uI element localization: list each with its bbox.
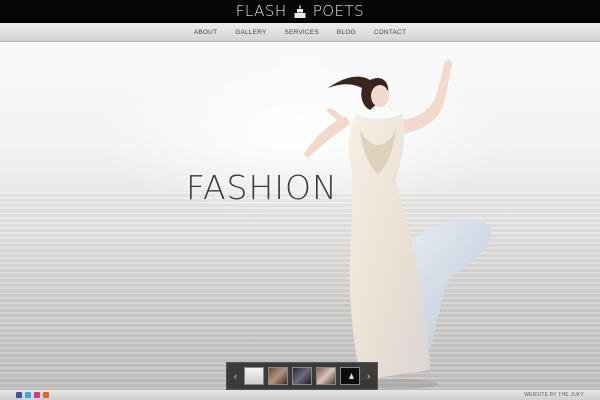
- footer-credit[interactable]: WEBSITE BY THE JUKY: [524, 392, 584, 398]
- thumbnail[interactable]: [340, 367, 360, 385]
- flickr-icon[interactable]: [34, 392, 40, 398]
- twitter-icon[interactable]: [25, 392, 31, 398]
- nav-about[interactable]: About: [185, 23, 226, 42]
- rss-icon[interactable]: [43, 392, 49, 398]
- thumbnail[interactable]: [292, 367, 312, 385]
- chevron-left-icon[interactable]: ‹: [231, 366, 240, 386]
- site-logo[interactable]: FLASH POETS: [236, 0, 364, 23]
- thumbnail[interactable]: [316, 367, 336, 385]
- logo-word-flash: FLASH: [235, 2, 287, 20]
- cake-icon: [294, 5, 306, 18]
- nav-blog[interactable]: Blog: [328, 23, 365, 42]
- footer: WEBSITE BY THE JUKY: [0, 390, 600, 400]
- thumbnail-strip: ‹ ›: [226, 362, 378, 390]
- thumbnail[interactable]: [244, 367, 264, 385]
- chevron-right-icon[interactable]: ›: [364, 366, 373, 386]
- hero-slide: FASHION ‹ ›: [0, 42, 600, 390]
- social-links: [16, 392, 49, 398]
- logo-word-poets: POETS: [312, 2, 365, 20]
- nav-contact[interactable]: Contact: [365, 23, 415, 42]
- header-bar: FLASH POETS: [0, 0, 600, 23]
- facebook-icon[interactable]: [16, 392, 22, 398]
- main-nav: About Gallery Services Blog Contact: [0, 23, 600, 42]
- thumbnail[interactable]: [268, 367, 288, 385]
- nav-services[interactable]: Services: [276, 23, 328, 42]
- model-photo: [304, 59, 491, 389]
- nav-gallery[interactable]: Gallery: [226, 23, 275, 42]
